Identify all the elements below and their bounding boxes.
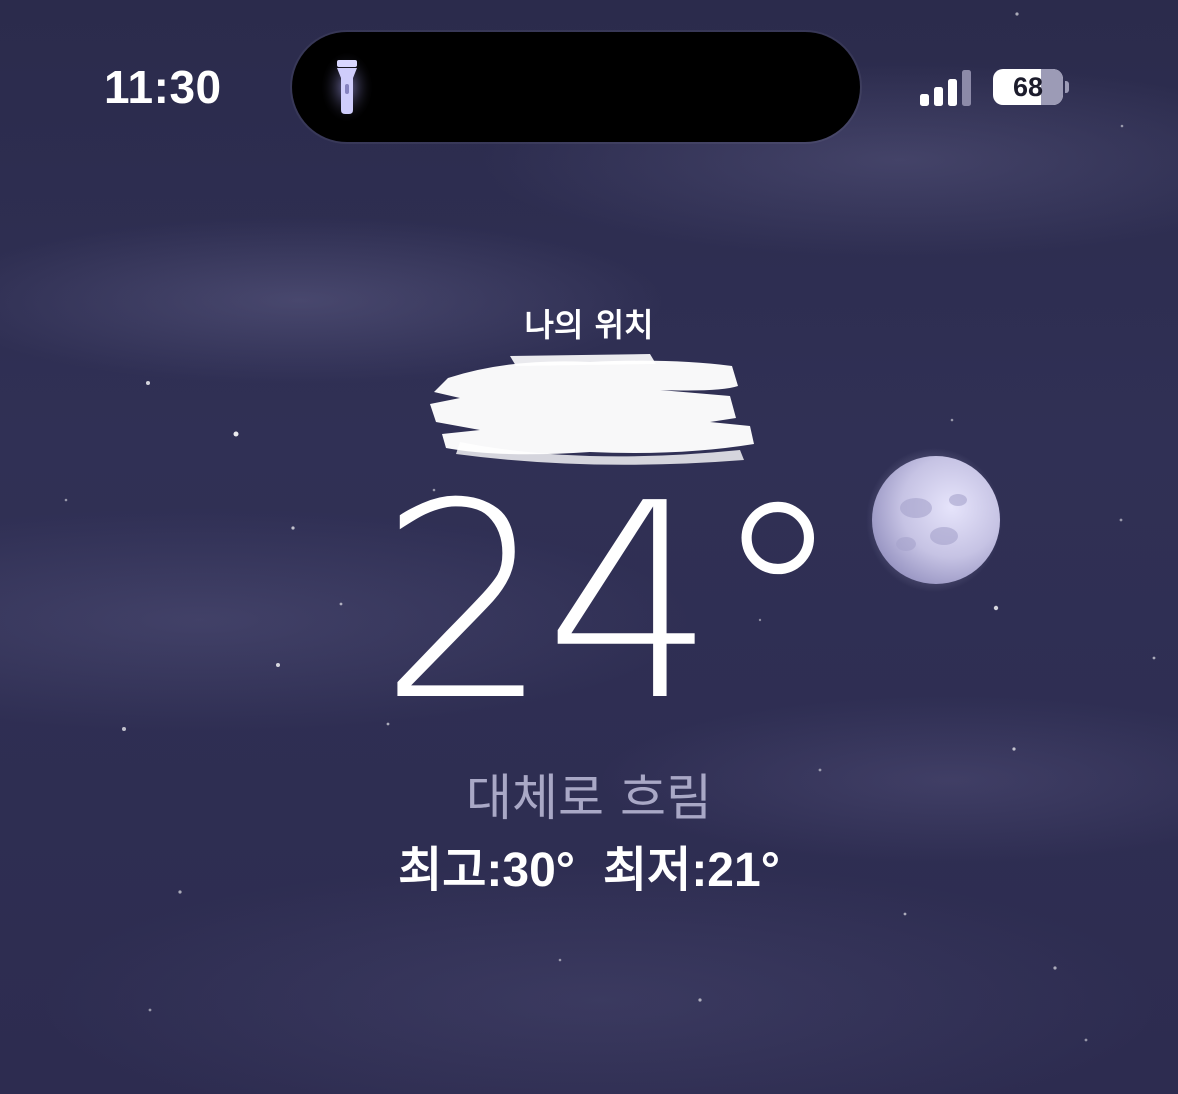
battery-indicator: 68 xyxy=(993,69,1069,105)
flashlight-icon[interactable] xyxy=(322,52,372,122)
weather-condition: 대체로 흐림 xyxy=(466,769,712,827)
location-label[interactable]: 나의 위치 xyxy=(0,300,1178,346)
dynamic-island[interactable] xyxy=(292,32,860,142)
battery-body: 68 xyxy=(993,69,1063,105)
battery-nub xyxy=(1065,81,1069,93)
battery-percent: 68 xyxy=(1012,72,1044,102)
status-time: 11:30 xyxy=(104,61,222,113)
low-temperature: 최저:21° xyxy=(603,844,780,897)
high-low-temperatures: 최고:30° 최저:21° xyxy=(0,830,1178,900)
cellular-signal-icon xyxy=(920,70,971,106)
high-temperature: 최고:30° xyxy=(398,844,575,897)
moon-icon xyxy=(866,448,1002,592)
